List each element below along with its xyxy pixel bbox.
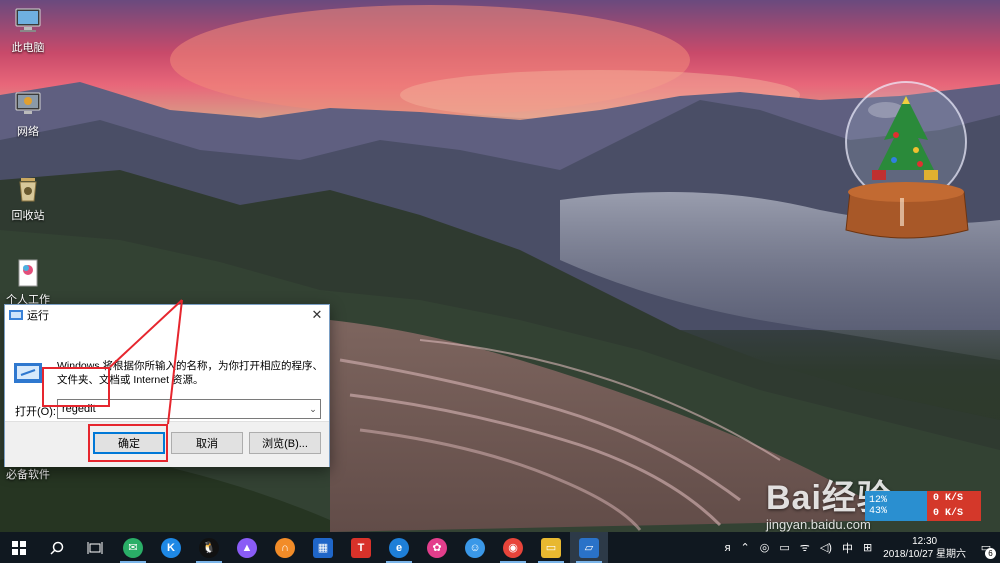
mem-usage: 43% <box>869 506 888 517</box>
download-speed: 0 K/S <box>933 508 964 519</box>
chrome-icon: ◉ <box>503 537 523 558</box>
clock-time: 12:30 <box>912 535 938 547</box>
ime-mode-icon: ⊞ <box>862 542 873 554</box>
chat-icon: ☺ <box>465 537 485 558</box>
taskbar-app-t[interactable]: T <box>342 532 380 563</box>
wifi-button[interactable]: ᯤ <box>795 532 815 563</box>
system-tray: ᴙ ⌃ ◎ ▭ ᯤ ◁) 中 ⊞ 12:30 2018/10/27 星期六 ▭ … <box>720 532 1000 563</box>
wechat-icon: ✉ <box>123 537 143 558</box>
search-button[interactable] <box>38 532 76 563</box>
action-center-button[interactable]: ▭ 6 <box>972 532 1000 563</box>
taskbar-app-wechat[interactable]: ✉ <box>114 532 152 563</box>
taskbar-app-chrome[interactable]: ◉ <box>494 532 532 563</box>
taskbar-app-qq[interactable]: 🐧 <box>190 532 228 563</box>
taskbar-app-explorer[interactable]: ▭ <box>532 532 570 563</box>
search-icon <box>50 541 64 555</box>
upload-speed: 0 K/S <box>933 493 964 504</box>
start-button[interactable] <box>0 532 38 563</box>
usage-panel: 12% 43% <box>865 491 927 521</box>
photos-icon: ✿ <box>427 537 447 558</box>
people-button[interactable]: ᴙ <box>720 532 736 563</box>
taskbar-app-headphone[interactable]: ∩ <box>266 532 304 563</box>
taskbar-app-chat[interactable]: ☺ <box>456 532 494 563</box>
kugou-icon: K <box>161 537 181 558</box>
ime-button[interactable]: 中 <box>837 532 858 563</box>
speed-panel: 0 K/S 0 K/S <box>927 491 981 521</box>
edge-icon: e <box>389 537 409 558</box>
taskbar: ✉ K 🐧 ▲ ∩ ▦ T e ✿ ☺ ◉ ▭ ▱ ᴙ ⌃ ◎ ▭ ᯤ ◁) 中 <box>0 532 1000 563</box>
headphone-icon: ∩ <box>275 537 295 558</box>
wifi-icon: ᯤ <box>799 542 810 554</box>
battery-icon: ▭ <box>779 542 790 554</box>
qq-icon: 🐧 <box>199 537 219 558</box>
task-view-button[interactable] <box>76 532 114 563</box>
people-icon: ᴙ <box>724 541 731 554</box>
windows-logo-icon <box>12 540 26 555</box>
battery-button[interactable]: ▭ <box>774 532 794 563</box>
tray-app-button[interactable]: ◎ <box>755 532 775 563</box>
folder-icon: ▭ <box>541 537 561 558</box>
cpu-usage: 12% <box>869 495 888 506</box>
bird-icon: ▲ <box>237 537 257 558</box>
taskbar-app-kugou[interactable]: K <box>152 532 190 563</box>
ime-indicator: 中 <box>841 542 853 555</box>
office-icon: ▦ <box>313 537 333 558</box>
tray-app-icon: ◎ <box>759 542 770 554</box>
chevron-up-icon: ⌃ <box>740 542 750 554</box>
show-hidden-icons-button[interactable]: ⌃ <box>736 532 755 563</box>
t-app-icon: T <box>351 537 371 558</box>
taskbar-app-edge[interactable]: e <box>380 532 418 563</box>
taskbar-app-office[interactable]: ▦ <box>304 532 342 563</box>
run-icon: ▱ <box>579 537 599 558</box>
task-view-icon <box>87 541 103 554</box>
taskbar-app-bird[interactable]: ▲ <box>228 532 266 563</box>
clock[interactable]: 12:30 2018/10/27 星期六 <box>877 532 972 563</box>
clock-date: 2018/10/27 星期六 <box>883 548 966 560</box>
speaker-icon: ◁) <box>819 542 832 554</box>
volume-button[interactable]: ◁) <box>815 532 837 563</box>
taskbar-app-photos[interactable]: ✿ <box>418 532 456 563</box>
ime-mode-button[interactable]: ⊞ <box>858 532 877 563</box>
taskbar-app-run[interactable]: ▱ <box>570 532 608 563</box>
net-speed-widget[interactable]: 12% 43% 0 K/S 0 K/S <box>865 491 981 521</box>
notification-count: 6 <box>985 548 996 559</box>
